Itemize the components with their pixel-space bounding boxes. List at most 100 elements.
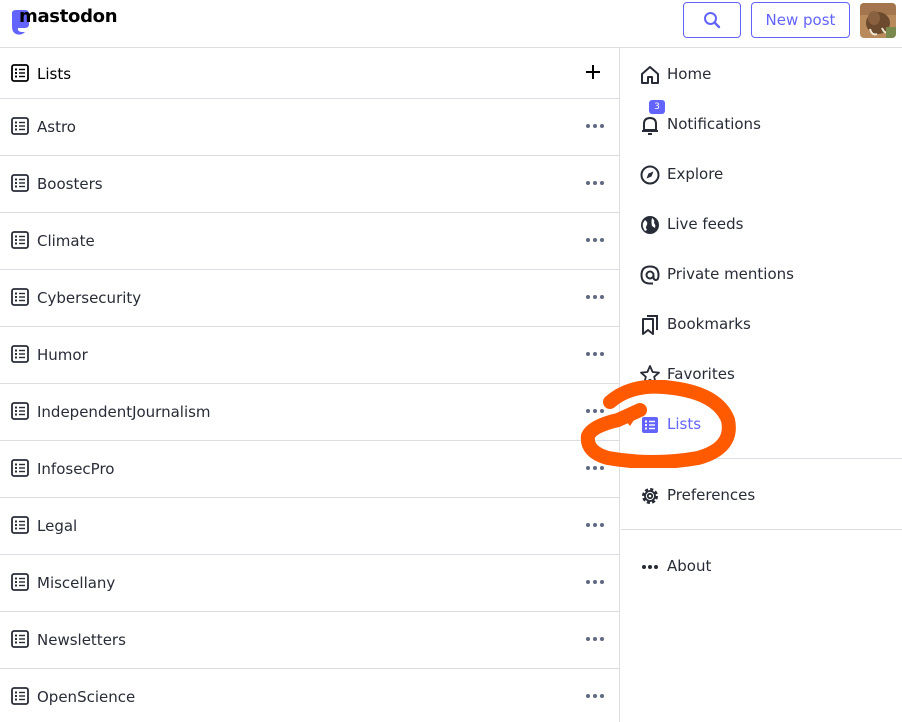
nav-explore[interactable]: Explore — [621, 154, 902, 194]
list-item-label: Astro — [37, 118, 76, 136]
list-icon — [11, 231, 29, 249]
list-icon — [11, 573, 29, 591]
nav-about[interactable]: About — [621, 546, 902, 586]
search-icon — [704, 12, 721, 29]
list-icon — [11, 117, 29, 135]
list-item[interactable]: Humor — [0, 327, 619, 384]
list-icon — [11, 64, 29, 82]
more-dot — [586, 181, 590, 185]
nav-notifications[interactable]: 3 Notifications — [621, 100, 902, 144]
more-dot — [586, 238, 590, 242]
list-item[interactable]: Boosters — [0, 156, 619, 213]
more-options-button[interactable] — [585, 116, 605, 136]
more-options-button[interactable] — [585, 344, 605, 364]
list-item[interactable]: Cybersecurity — [0, 270, 619, 327]
more-options-button[interactable] — [585, 458, 605, 478]
more-dot — [593, 409, 597, 413]
list-item-label: Legal — [37, 517, 78, 535]
globe-icon — [641, 216, 659, 234]
list-item[interactable]: InfosecPro — [0, 441, 619, 498]
list-item-label: Climate — [37, 232, 95, 250]
nav-bookmarks[interactable]: Bookmarks — [621, 304, 902, 344]
list-icon — [11, 288, 29, 306]
notification-count-badge: 3 — [649, 100, 665, 114]
nav-label: Home — [667, 65, 712, 83]
more-dot — [593, 637, 597, 641]
user-avatar[interactable] — [860, 3, 896, 38]
more-dot — [593, 295, 597, 299]
lists-container: Astro Boosters Climate Cybersecurity Humor In… — [0, 99, 619, 722]
more-dot — [593, 694, 597, 698]
more-dot — [600, 694, 604, 698]
bookmarks-icon — [642, 315, 658, 335]
more-dot — [586, 352, 590, 356]
more-options-button[interactable] — [585, 401, 605, 421]
list-item[interactable]: Astro — [0, 99, 619, 156]
list-item-label: Cybersecurity — [37, 289, 142, 307]
more-dot — [586, 295, 590, 299]
more-options-button[interactable] — [585, 230, 605, 250]
list-icon — [11, 630, 29, 648]
list-item[interactable]: OpenScience — [0, 669, 619, 722]
more-options-button[interactable] — [585, 686, 605, 706]
list-item-label: Miscellany — [37, 574, 116, 592]
list-item[interactable]: Legal — [0, 498, 619, 555]
home-icon — [641, 66, 659, 84]
logo-wordmark: mastodon — [19, 6, 118, 27]
nav-label: Private mentions — [667, 265, 794, 283]
list-item-label: Newsletters — [37, 631, 126, 649]
nav-lists[interactable]: Lists — [621, 404, 902, 444]
compass-icon — [640, 165, 660, 185]
more-dot — [600, 295, 604, 299]
gear-icon — [642, 488, 658, 504]
nav-favorites[interactable]: Favorites — [621, 354, 902, 394]
more-dot — [586, 466, 590, 470]
list-icon — [642, 417, 658, 433]
more-options-button[interactable] — [585, 629, 605, 649]
nav-label: About — [667, 557, 712, 575]
nav-label: Notifications — [667, 115, 761, 133]
more-dot — [586, 694, 590, 698]
more-dot — [586, 580, 590, 584]
more-dot — [600, 466, 604, 470]
more-dot — [600, 409, 604, 413]
nav-home[interactable]: Home — [621, 54, 902, 94]
mastodon-logo[interactable]: mastodon — [9, 5, 118, 36]
new-post-button[interactable]: New post — [751, 2, 850, 38]
list-icon — [11, 516, 29, 534]
more-options-button[interactable] — [585, 173, 605, 193]
more-dot — [593, 580, 597, 584]
navigation-panel: Home 3 Notifications Explore Live feeds … — [621, 48, 902, 722]
at-icon — [640, 265, 660, 285]
more-dot — [600, 124, 604, 128]
nav-divider — [621, 458, 902, 459]
more-dot — [600, 523, 604, 527]
list-icon — [11, 402, 29, 420]
nav-preferences[interactable]: Preferences — [621, 475, 902, 515]
list-item[interactable]: Miscellany — [0, 555, 619, 612]
nav-label: Explore — [667, 165, 724, 183]
add-list-button[interactable] — [583, 62, 603, 82]
more-dot — [586, 124, 590, 128]
nav-label: Live feeds — [667, 215, 744, 233]
list-item[interactable]: IndependentJournalism — [0, 384, 619, 441]
avatar-image — [860, 3, 896, 38]
list-item[interactable]: Newsletters — [0, 612, 619, 669]
more-dot — [586, 409, 590, 413]
bell-icon — [642, 117, 658, 135]
nav-label: Preferences — [667, 486, 756, 504]
search-button[interactable] — [683, 2, 741, 38]
more-options-button[interactable] — [585, 287, 605, 307]
more-options-button[interactable] — [585, 515, 605, 535]
more-dot — [593, 523, 597, 527]
list-icon — [11, 345, 29, 363]
list-item[interactable]: Climate — [0, 213, 619, 270]
more-dot — [593, 181, 597, 185]
more-dot — [600, 580, 604, 584]
more-dot — [600, 352, 604, 356]
top-bar: mastodon New post — [0, 0, 902, 48]
nav-private-mentions[interactable]: Private mentions — [621, 254, 902, 294]
more-options-button[interactable] — [585, 572, 605, 592]
nav-live-feeds[interactable]: Live feeds — [621, 204, 902, 244]
more-dot — [593, 466, 597, 470]
